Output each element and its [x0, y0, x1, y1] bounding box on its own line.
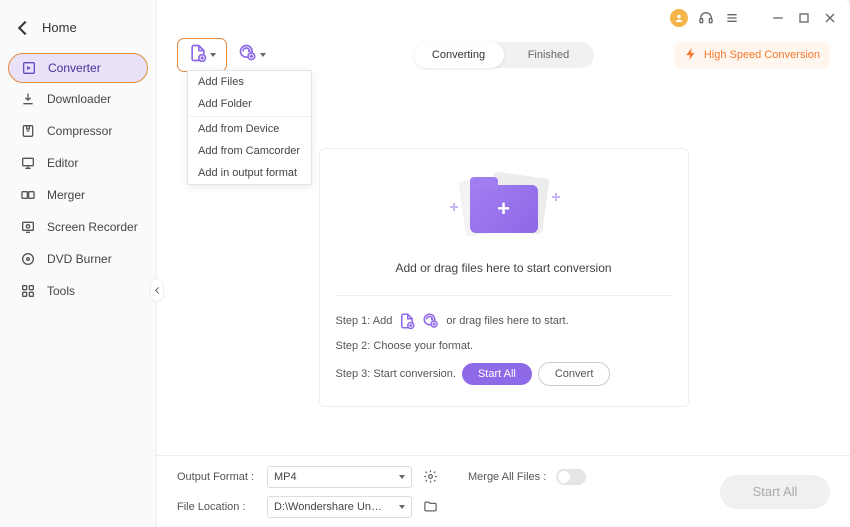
add-file-icon [188, 43, 208, 68]
folder-icon: + [470, 185, 538, 233]
step-1: Step 1: Add or drag files here to start. [336, 312, 672, 330]
sidebar-item-downloader[interactable]: Downloader [0, 83, 156, 115]
sidebar-item-converter[interactable]: Converter [8, 53, 148, 83]
dropdown-add-files[interactable]: Add Files [188, 71, 311, 93]
sidebar-nav: Converter Downloader Compressor Editor M… [0, 53, 156, 307]
add-files-button[interactable] [177, 38, 227, 72]
sidebar-item-label: Compressor [47, 124, 112, 138]
app-window: Home Converter Downloader Compressor Edi… [0, 0, 850, 527]
window-close-button[interactable] [822, 10, 838, 26]
screen-recorder-icon [20, 219, 36, 235]
chevron-down-icon [399, 475, 405, 479]
home-label: Home [42, 20, 77, 35]
dropzone-card[interactable]: + Add or drag files here to start conver… [319, 148, 689, 407]
dvd-burner-icon [20, 251, 36, 267]
sidebar-item-editor[interactable]: Editor [0, 147, 156, 179]
sidebar-item-label: Tools [47, 284, 75, 298]
footer-start-all-button[interactable]: Start All [720, 475, 830, 509]
chevron-down-icon [399, 505, 405, 509]
chevron-down-icon [260, 53, 266, 57]
start-all-button[interactable]: Start All [462, 363, 532, 385]
dropdown-add-from-device[interactable]: Add from Device [188, 118, 311, 140]
window-minimize-button[interactable] [770, 10, 786, 26]
add-button-group [177, 38, 267, 72]
steps-panel: Step 1: Add or drag files here to start.… [336, 295, 672, 386]
folder-illustration: + [444, 169, 564, 249]
step-3: Step 3: Start conversion. Start All Conv… [336, 362, 672, 386]
tab-converting[interactable]: Converting [414, 42, 504, 68]
converter-icon [21, 60, 37, 76]
tools-icon [20, 283, 36, 299]
open-folder-icon[interactable] [422, 499, 438, 515]
footer-bar: Output Format : MP4 Merge All Files : Fi… [157, 455, 850, 527]
dropdown-add-from-camcorder[interactable]: Add from Camcorder [188, 140, 311, 162]
step-2: Step 2: Choose your format. [336, 340, 672, 352]
window-maximize-button[interactable] [796, 10, 812, 26]
status-tabs: Converting Finished [414, 42, 594, 68]
editor-icon [20, 155, 36, 171]
downloader-icon [20, 91, 36, 107]
tab-finished[interactable]: Finished [504, 42, 594, 68]
merge-all-label: Merge All Files : [468, 471, 546, 483]
sidebar-item-merger[interactable]: Merger [0, 179, 156, 211]
add-source-icon[interactable] [422, 312, 440, 330]
add-source-icon [238, 43, 258, 68]
dropzone-text: Add or drag files here to start conversi… [395, 261, 611, 275]
merger-icon [20, 187, 36, 203]
sidebar-item-label: Merger [47, 188, 85, 202]
output-format-label: Output Format : [177, 471, 257, 483]
sidebar-item-screen-recorder[interactable]: Screen Recorder [0, 211, 156, 243]
add-file-icon[interactable] [398, 312, 416, 330]
plus-icon: + [497, 196, 510, 222]
avatar-icon[interactable] [670, 9, 688, 27]
back-icon [18, 20, 32, 34]
sidebar-item-label: Converter [48, 61, 101, 75]
sidebar-item-label: Editor [47, 156, 78, 170]
sidebar-item-label: DVD Burner [47, 252, 112, 266]
settings-icon[interactable] [422, 469, 438, 485]
add-files-dropdown: Add Files Add Folder Add from Device Add… [187, 70, 312, 185]
convert-button[interactable]: Convert [538, 362, 611, 386]
sidebar-item-compressor[interactable]: Compressor [0, 115, 156, 147]
home-row[interactable]: Home [0, 10, 156, 45]
compressor-icon [20, 123, 36, 139]
high-speed-conversion-button[interactable]: High Speed Conversion [674, 42, 830, 69]
sidebar-item-dvd-burner[interactable]: DVD Burner [0, 243, 156, 275]
dropdown-add-in-output-format[interactable]: Add in output format [188, 162, 311, 184]
sidebar-item-label: Screen Recorder [47, 220, 138, 234]
headset-icon[interactable] [698, 10, 714, 26]
sidebar-item-tools[interactable]: Tools [0, 275, 156, 307]
merge-all-toggle[interactable] [556, 469, 586, 485]
chevron-down-icon [210, 53, 216, 57]
bolt-icon [684, 47, 698, 64]
output-format-select[interactable]: MP4 [267, 466, 412, 488]
menu-icon[interactable] [724, 10, 740, 26]
sidebar-item-label: Downloader [47, 92, 111, 106]
titlebar [157, 0, 850, 30]
file-location-label: File Location : [177, 501, 257, 513]
add-source-button[interactable] [237, 38, 267, 72]
file-location-select[interactable]: D:\Wondershare UniConverter 1 [267, 496, 412, 518]
sidebar: Home Converter Downloader Compressor Edi… [0, 0, 157, 527]
high-speed-label: High Speed Conversion [704, 49, 820, 61]
dropdown-add-folder[interactable]: Add Folder [188, 93, 311, 115]
